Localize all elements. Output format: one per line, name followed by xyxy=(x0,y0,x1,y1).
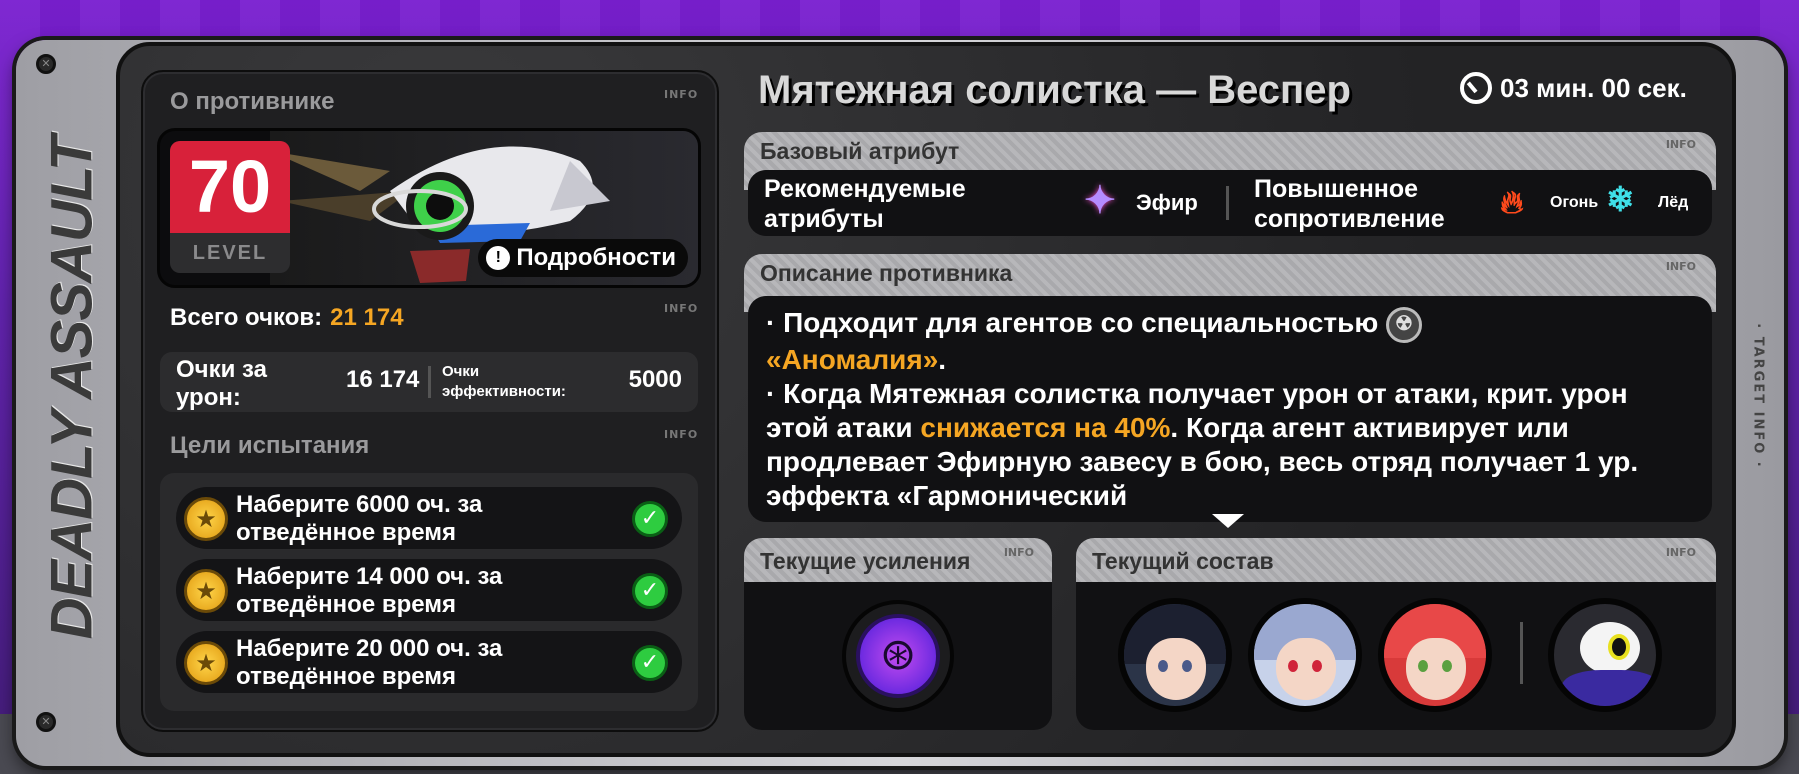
goal-text: Наберите 20 000 оч. за отведённое время xyxy=(236,635,503,690)
recommended-attr: Эфир xyxy=(1136,190,1198,215)
timer-value: 03 мин. 00 сек. xyxy=(1500,72,1687,103)
divider xyxy=(428,366,431,398)
star-medal-icon: ★ xyxy=(184,497,228,541)
check-icon: ✓ xyxy=(632,645,668,681)
enemy-portrait[interactable]: 70 LEVEL ! Подробности xyxy=(157,128,701,288)
score-breakdown: Очки за урон: 16 174 Очки эффективности:… xyxy=(160,352,698,412)
ether-attribute-icon: ✦ xyxy=(1084,180,1116,222)
damage-score-value: 16 174 xyxy=(346,366,420,393)
enemy-name: Мятежная солистка — Веспер xyxy=(758,68,1351,112)
info-tag: INFO xyxy=(664,88,699,101)
desc-p1: · Подходит для агентов со специальностью xyxy=(766,307,1379,338)
goal-item: ★ Наберите 6000 оч. за отведённое время … xyxy=(176,487,682,549)
info-tag: INFO xyxy=(1003,546,1034,559)
resist-attr-1: Огонь xyxy=(1550,194,1599,211)
check-icon: ✓ xyxy=(632,501,668,537)
divider xyxy=(1226,186,1229,220)
screw-icon xyxy=(36,54,56,74)
desc-highlight-2: снижается на 40% xyxy=(920,411,1171,443)
star-medal-icon: ★ xyxy=(184,641,228,685)
anomaly-specialty-icon: ☢︎ xyxy=(1386,306,1423,343)
description-title: Описание противника xyxy=(760,260,1013,286)
about-header: О противнике xyxy=(170,88,335,115)
target-info-tag: · TARGET INFO · xyxy=(1750,323,1766,469)
buff-icon: ⊛ xyxy=(856,614,940,698)
clock-icon xyxy=(1460,72,1492,104)
bangboo-avatar[interactable] xyxy=(1548,598,1662,712)
goal-item: ★ Наберите 14 000 оч. за отведённое врем… xyxy=(176,559,682,621)
details-label: Подробности xyxy=(516,244,676,271)
buffs-header: Текущие усиления INFO xyxy=(744,538,1052,588)
recommended-label: Рекомендуемые атрибуты xyxy=(764,175,966,233)
agent-avatar[interactable] xyxy=(1118,598,1232,712)
details-button[interactable]: ! Подробности xyxy=(478,239,688,277)
avatar-face xyxy=(1406,638,1466,700)
goal-text: Наберите 14 000 оч. за отведённое время xyxy=(236,563,503,618)
total-score: Всего очков: 21 174 xyxy=(170,304,404,332)
level-badge: 70 LEVEL xyxy=(170,141,290,273)
scroll-down-arrow-icon[interactable] xyxy=(1212,514,1244,528)
screw-icon xyxy=(36,712,56,732)
level-label: LEVEL xyxy=(192,242,268,264)
total-score-value: 21 174 xyxy=(330,304,404,331)
resist-attr-2: Лёд xyxy=(1658,194,1689,211)
info-tag: INFO xyxy=(1665,138,1696,151)
agent-avatar[interactable] xyxy=(1248,598,1362,712)
buffs-title: Текущие усиления xyxy=(760,548,971,574)
level-value: 70 xyxy=(170,141,290,233)
total-score-label: Всего очков: xyxy=(170,304,323,331)
base-attribute-title: Базовый атрибут xyxy=(760,138,960,164)
resistance-label: Повышенное сопротивление xyxy=(1254,175,1445,233)
timer: 03 мин. 00 сек. xyxy=(1460,72,1687,104)
damage-score-label: Очки за урон: xyxy=(176,356,267,411)
divider xyxy=(1520,622,1523,684)
buff-item[interactable]: ⊛ xyxy=(842,600,954,712)
ice-attribute-icon: ❄ xyxy=(1606,181,1635,219)
avatar-face xyxy=(1146,638,1206,700)
goal-item: ★ Наберите 20 000 оч. за отведённое врем… xyxy=(176,631,682,693)
avatar-face xyxy=(1276,638,1336,700)
goals-header: Цели испытания xyxy=(170,432,370,459)
star-medal-icon: ★ xyxy=(184,569,228,613)
team-header: Текущий состав INFO xyxy=(1076,538,1716,588)
desc-p1-end: . xyxy=(938,343,947,375)
attribute-bar: Рекомендуемые атрибуты ✦ Эфир Повышенное… xyxy=(748,170,1712,236)
efficiency-score-value: 5000 xyxy=(628,366,682,393)
info-tag: INFO xyxy=(664,302,699,315)
info-icon: ! xyxy=(486,246,511,270)
check-icon: ✓ xyxy=(632,573,668,609)
team-title: Текущий состав xyxy=(1092,548,1274,574)
description-box[interactable]: · Подходит для агентов со специальностью… xyxy=(748,296,1712,522)
goals-list: ★ Наберите 6000 оч. за отведённое время … xyxy=(160,473,698,711)
description-text: · Подходит для агентов со специальностью… xyxy=(766,306,1696,513)
fire-attribute-icon: 🔥︎ xyxy=(1500,184,1524,220)
info-tag: INFO xyxy=(664,428,699,441)
mode-title: DEADLY ASSAULT xyxy=(39,136,105,640)
goal-text: Наберите 6000 оч. за отведённое время xyxy=(236,491,483,546)
efficiency-score-label: Очки эффективности: xyxy=(442,363,566,400)
info-tag: INFO xyxy=(1665,260,1696,273)
info-tag: INFO xyxy=(1665,546,1696,559)
agent-avatar[interactable] xyxy=(1378,598,1492,712)
desc-highlight-1: «Аномалия» xyxy=(766,343,939,375)
